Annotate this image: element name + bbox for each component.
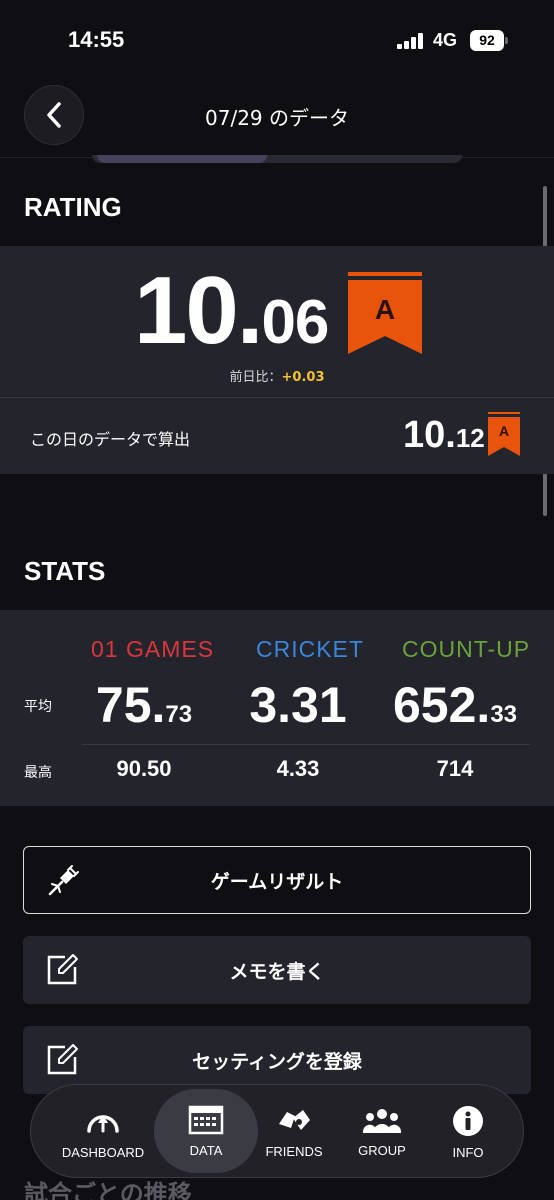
calc-value-dec: 12 (455, 423, 485, 453)
battery-tip (505, 37, 508, 44)
max-cricket: 4.33 (276, 756, 320, 781)
stats-card: 01 GAMES CRICKET COUNT-UP 平均 75.73 3.31 … (0, 610, 554, 806)
row-label-max: 最高 (24, 765, 52, 781)
stats-section-title: STATS (24, 556, 106, 586)
status-time: 14:55 (68, 27, 125, 52)
game-result-label: ゲームリザルト (210, 870, 344, 893)
header: 07/29 のデータ (0, 80, 554, 158)
stats-divider (82, 744, 530, 745)
battery-icon: 92 (470, 30, 504, 51)
info-icon (453, 1105, 483, 1136)
tab-info[interactable]: INFO (433, 1085, 503, 1179)
tab-friends[interactable]: FRIENDS (259, 1085, 329, 1179)
diff-label: 前日比： (229, 370, 282, 385)
tab-dashboard[interactable]: DASHBOARD (55, 1085, 151, 1179)
max-countup: 714 (436, 756, 474, 781)
max-01games: 90.50 (116, 756, 172, 781)
grade-letter: A (374, 294, 396, 325)
bottom-tab-bar: DASHBOARD DATA FRIENDS GROUP INFO (30, 1084, 524, 1178)
memo-button[interactable]: メモを書く (23, 936, 531, 1004)
data-icon (188, 1105, 224, 1134)
col-cricket: CRICKET (256, 636, 364, 662)
game-result-button[interactable]: ゲームリザルト (23, 846, 531, 914)
rating-value-dec: 06 (261, 288, 329, 357)
tab-group[interactable]: GROUP (347, 1085, 417, 1179)
avg-cricket: 3.31 (249, 677, 347, 733)
grade-flag-icon: A (348, 272, 422, 354)
friends-icon (279, 1109, 310, 1130)
edit-icon (47, 1044, 78, 1075)
row-label-avg: 平均 (24, 699, 52, 715)
avg-countup: 652.33 (392, 677, 518, 733)
rating-section-title: RATING (24, 192, 122, 222)
dashboard-icon (87, 1114, 119, 1133)
rating-card: 10.06 A 前日比：+0.03 この日のデータで算出 10.12 A (0, 246, 554, 474)
col-countup: COUNT-UP (402, 636, 531, 662)
diff-value: +0.03 (281, 370, 325, 385)
col-01games: 01 GAMES (91, 636, 215, 662)
rating-value: 10.06 (134, 256, 329, 366)
network-type: 4G (433, 30, 458, 50)
signal-icon (397, 33, 427, 49)
tab-data[interactable]: DATA (154, 1089, 258, 1173)
calc-grade-flag-icon: A (488, 412, 520, 456)
calc-rating-value: 10.12 (403, 414, 485, 457)
calc-label: この日のデータで算出 (30, 430, 191, 449)
rating-diff: 前日比：+0.03 (0, 366, 554, 385)
page-title: 07/29 のデータ (205, 106, 349, 130)
edit-icon (47, 954, 78, 985)
calc-grade-letter: A (498, 423, 510, 439)
avg-01games: 75.73 (95, 677, 193, 733)
calc-value-int: 10. (403, 414, 456, 456)
rating-value-int: 10. (134, 257, 263, 364)
dart-icon (48, 865, 79, 896)
status-bar: 14:55 4G 92 (0, 0, 554, 80)
group-icon (362, 1108, 402, 1133)
memo-label: メモを書く (229, 960, 325, 983)
setting-label: セッティングを登録 (192, 1050, 362, 1073)
rating-main: 10.06 A 前日比：+0.03 (0, 246, 554, 398)
segment-hint (92, 155, 462, 163)
